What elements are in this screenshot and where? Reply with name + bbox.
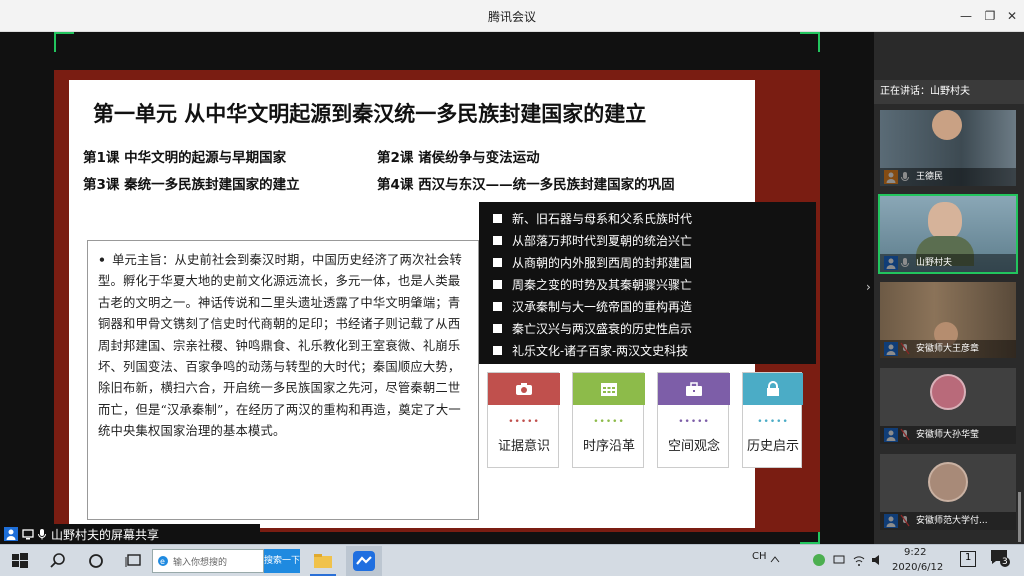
participant-name: 山野村夫 [880, 254, 1016, 272]
participant-name: 王德民 [880, 168, 1016, 186]
browser-search-input[interactable]: e 输入你想搜的 [152, 549, 264, 573]
camera-icon [516, 383, 532, 395]
lesson-4: 第4课 西汉与东汉——统一多民族封建国家的巩固 [377, 177, 675, 193]
card-dots: ••••• [508, 417, 540, 427]
summary-text: • 单元主旨：从史前社会到秦汉时期，中国历史经济了两次社会转型。孵化于华夏大地的史… [98, 249, 470, 443]
participant-name: 安徽师范大学付... [880, 512, 1016, 530]
topic-item: 新、旧石器与母系和父系氏族时代 [493, 210, 692, 227]
card-insight: ••••• 历史启示 [742, 372, 803, 468]
card-label: 证据意识 [497, 439, 550, 454]
window-title: 腾讯会议 [487, 10, 536, 24]
tencent-meeting-icon [353, 551, 375, 571]
notification-center-icon[interactable]: 3 [990, 549, 1012, 571]
clock-time[interactable]: 9:22 [904, 547, 926, 558]
card-head [743, 373, 803, 405]
volume-icon[interactable] [870, 553, 890, 573]
ime-indicator[interactable]: CH [752, 551, 767, 562]
card-label: 历史启示 [746, 439, 799, 454]
file-explorer-icon[interactable] [312, 551, 332, 571]
task-view-icon[interactable] [124, 551, 144, 571]
shared-slide: 第一单元 从中华文明起源到秦汉统一多民族封建国家的建立 第1课 中华文明的起源与… [54, 70, 820, 532]
briefcase-icon [686, 381, 702, 396]
wifi-icon[interactable] [852, 553, 872, 573]
participant-name: 安徽师大王彦章 [880, 340, 1016, 358]
clock-date[interactable]: 2020/6/12 [892, 562, 943, 573]
square-bullet-icon [493, 258, 502, 267]
participant-name: 安徽师大孙华莹 [880, 426, 1016, 444]
card-dots: ••••• [757, 417, 789, 427]
wechat-tray-icon[interactable] [812, 553, 832, 573]
card-head [573, 373, 645, 405]
lock-icon [767, 381, 779, 396]
screen-share-text: 山野村夫的屏幕共享 [51, 527, 160, 542]
windows-taskbar: e 输入你想搜的 搜索一下 CH 9:22 2020/6/12 1 3 [0, 544, 1024, 576]
slide-content: 第一单元 从中华文明起源到秦汉统一多民族封建国家的建立 第1课 中华文明的起源与… [69, 80, 816, 528]
lesson-1: 第1课 中华文明的起源与早期国家 [83, 150, 287, 166]
tencent-meeting-taskbar[interactable] [346, 546, 382, 576]
topic-item: 礼乐文化-诸子百家-两汉文史科技 [493, 342, 688, 359]
square-bullet-icon [493, 280, 502, 289]
topic-item: 汉承秦制与大一统帝国的重构再造 [493, 298, 692, 315]
user-icon [4, 527, 18, 541]
card-space: ••••• 空间观念 [657, 372, 730, 468]
sidebar-scrollbar[interactable] [1018, 492, 1021, 542]
frame-corner-tl [54, 32, 74, 52]
bullet-icon: • [98, 252, 107, 267]
square-bullet-icon [493, 302, 502, 311]
card-dots: ••••• [593, 417, 625, 427]
minimize-button[interactable]: — [956, 6, 976, 26]
screen-share-label: 山野村夫的屏幕共享 [0, 524, 260, 544]
participant-tile[interactable]: 王德民 [880, 110, 1016, 186]
participant-tile[interactable]: 安徽师大孙华莹 [880, 368, 1016, 444]
card-label: 空间观念 [667, 439, 720, 454]
card-chronology: ••••• 时序沿革 [572, 372, 645, 468]
calendar-icon [601, 383, 617, 396]
topic-item: 周秦之变的时势及其秦朝骤兴骤亡 [493, 276, 692, 293]
square-bullet-icon [493, 346, 502, 355]
windows-start-icon[interactable] [10, 551, 30, 571]
lesson-2: 第2课 诸侯纷争与变法运动 [377, 150, 540, 166]
square-bullet-icon [493, 214, 502, 223]
search-icon[interactable] [48, 551, 68, 571]
participant-tile[interactable]: 安徽师大王彦章 [880, 282, 1016, 358]
card-head [658, 373, 730, 405]
search-placeholder: 输入你想搜的 [173, 557, 228, 568]
desktop-switch-icon[interactable]: 1 [960, 551, 976, 567]
frame-corner-tr [800, 32, 820, 52]
collapse-sidebar-icon[interactable]: › [866, 280, 871, 294]
speaking-indicator: 正在讲话：山野村夫 [874, 80, 1024, 104]
desktop-badge: 1 [965, 552, 972, 563]
svg-text:e: e [160, 557, 165, 566]
summary-body: 单元主旨：从史前社会到秦汉时期，中国历史经济了两次社会转型。孵化于华夏大地的史前… [98, 253, 462, 439]
card-evidence: ••••• 证据意识 [487, 372, 560, 468]
window-titlebar: 腾讯会议 — ❐ ✕ [0, 0, 1024, 32]
network-icon[interactable] [832, 553, 852, 573]
slide-title: 第一单元 从中华文明起源到秦汉统一多民族封建国家的建立 [93, 101, 647, 126]
card-label: 时序沿革 [582, 439, 635, 454]
card-dots: ••••• [678, 417, 710, 427]
screen-share-stage: 第一单元 从中华文明起源到秦汉统一多民族封建国家的建立 第1课 中华文明的起源与… [0, 32, 874, 544]
square-bullet-icon [493, 236, 502, 245]
search-button[interactable]: 搜索一下 [264, 549, 300, 573]
square-bullet-icon [493, 324, 502, 333]
microphone-icon [38, 529, 46, 540]
screen-icon [22, 529, 34, 540]
participant-tile[interactable]: 山野村夫 [878, 194, 1018, 274]
close-button[interactable]: ✕ [1002, 6, 1022, 26]
ie-icon: e [158, 556, 168, 566]
topic-item: 秦亡汉兴与两汉盛衰的历史性启示 [493, 320, 692, 337]
topic-item: 从商朝的内外服到西周的封邦建国 [493, 254, 692, 271]
topic-list: 新、旧石器与母系和父系氏族时代 从部落万邦时代到夏朝的统治兴亡 从商朝的内外服到… [479, 202, 816, 364]
topic-item: 从部落万邦时代到夏朝的统治兴亡 [493, 232, 692, 249]
summary-box: • 单元主旨：从史前社会到秦汉时期，中国历史经济了两次社会转型。孵化于华夏大地的史… [87, 240, 479, 520]
chevron-up-icon[interactable] [770, 555, 790, 575]
card-head [488, 373, 560, 405]
restore-button[interactable]: ❐ [980, 6, 1000, 26]
cortana-icon[interactable] [86, 551, 106, 571]
participant-tile[interactable]: 安徽师范大学付... [880, 454, 1016, 530]
notification-count: 3 [1000, 557, 1010, 567]
lesson-3: 第3课 秦统一多民族封建国家的建立 [83, 177, 300, 193]
participant-sidebar: 正在讲话：山野村夫 › 王德民 山野村夫 安徽师大王彦章 安徽师大孙华莹 安徽师… [866, 32, 1024, 544]
